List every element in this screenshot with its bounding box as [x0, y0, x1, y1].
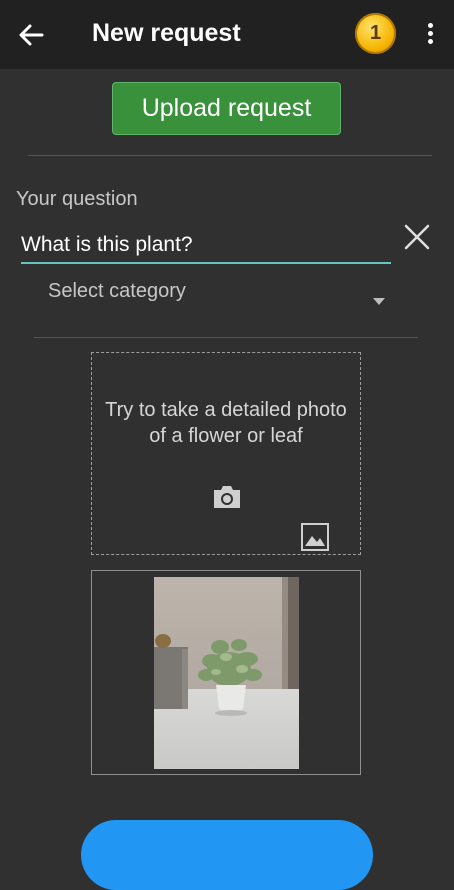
app-bar: New request 1 — [0, 0, 454, 69]
more-vert-icon[interactable] — [418, 20, 442, 48]
category-select[interactable]: Select category — [48, 278, 393, 320]
divider — [28, 155, 432, 156]
camera-icon[interactable] — [211, 484, 243, 510]
page-title: New request — [92, 19, 241, 47]
plant-photo — [154, 577, 299, 769]
question-label: Your question — [16, 188, 138, 210]
coin-icon[interactable]: 1 — [355, 13, 396, 54]
primary-action-button[interactable] — [81, 820, 373, 890]
upload-request-button[interactable]: Upload request — [112, 82, 341, 135]
question-input[interactable] — [21, 228, 391, 264]
coin-count: 1 — [369, 22, 382, 44]
category-placeholder: Select category — [48, 280, 186, 302]
photo-dropzone[interactable]: Try to take a detailed photo of a flower… — [91, 352, 361, 555]
back-arrow-icon[interactable] — [14, 18, 48, 52]
dropdown-arrow-icon — [373, 298, 385, 305]
photo-preview[interactable] — [91, 570, 361, 775]
gallery-icon[interactable] — [301, 523, 329, 551]
close-icon[interactable] — [402, 222, 432, 252]
divider — [34, 337, 418, 338]
photo-hint: Try to take a detailed photo of a flower… — [105, 399, 347, 447]
